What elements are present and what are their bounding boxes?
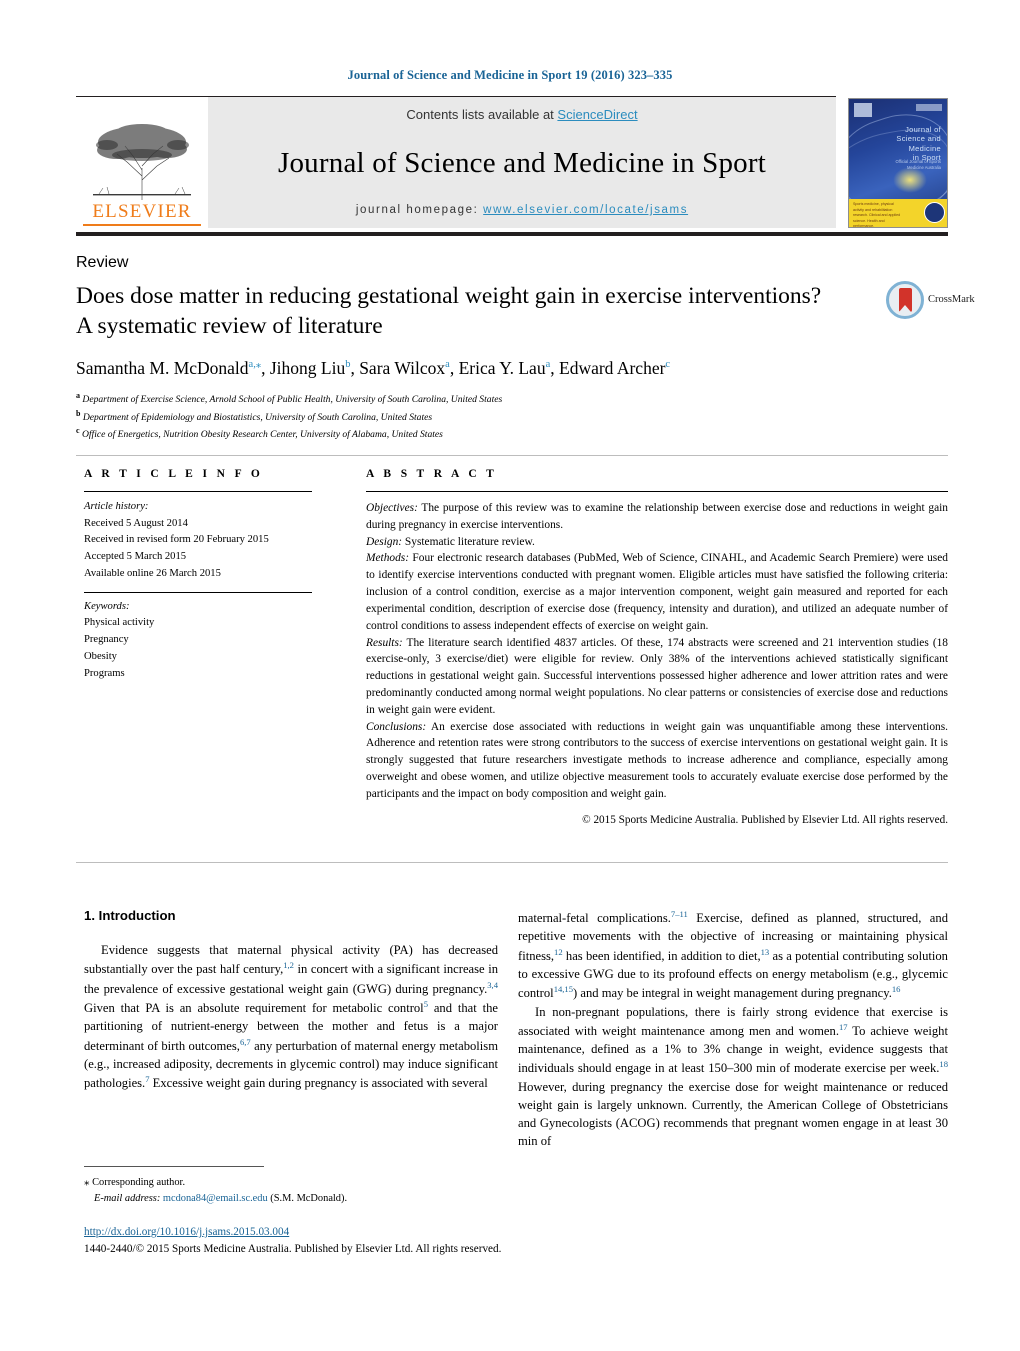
journal-article-page: Journal of Science and Medicine in Sport… bbox=[0, 0, 1020, 1351]
intro-para-3: In non-pregnant populations, there is fa… bbox=[518, 1004, 948, 1149]
introduction-paragraph-left: Evidence suggests that maternal physical… bbox=[84, 941, 498, 1092]
results-label: Results: bbox=[366, 636, 403, 649]
keyword-item: Obesity bbox=[84, 650, 117, 662]
email-label: E-mail address: bbox=[94, 1193, 161, 1205]
abstract-rule bbox=[366, 491, 948, 492]
crossmark-icon bbox=[886, 281, 924, 319]
info-bottom-rule bbox=[76, 862, 948, 863]
corresponding-author-note: ⁎ Corresponding author. E-mail address: … bbox=[84, 1174, 498, 1207]
elsevier-wordmark: ELSEVIER bbox=[92, 201, 192, 222]
masthead-band: ELSEVIER Contents lists available at Sci… bbox=[76, 97, 836, 228]
history-item: Accepted 5 March 2015 bbox=[84, 551, 187, 563]
methods-label: Methods: bbox=[366, 552, 410, 565]
sports-medicine-australia-seal-icon bbox=[924, 202, 945, 223]
running-head: Journal of Science and Medicine in Sport… bbox=[347, 68, 673, 82]
sciencedirect-link[interactable]: ScienceDirect bbox=[557, 107, 637, 122]
keyword-item: Pregnancy bbox=[84, 634, 129, 646]
page-footer: http://dx.doi.org/10.1016/j.jsams.2015.0… bbox=[84, 1224, 884, 1258]
page-title: Does dose matter in reducing gestational… bbox=[76, 283, 822, 340]
journal-masthead: ELSEVIER Contents lists available at Sci… bbox=[76, 96, 948, 236]
affiliation-item: c Office of Energetics, Nutrition Obesit… bbox=[76, 426, 443, 441]
homepage-prefix: journal homepage: bbox=[355, 204, 484, 216]
results-text: The literature search identified 4837 ar… bbox=[366, 636, 948, 716]
abstract-column: A B S T R A C T Objectives: The purpose … bbox=[366, 468, 948, 826]
history-item: Available online 26 March 2015 bbox=[84, 567, 221, 579]
body-column-left: 1. Introduction Evidence suggests that m… bbox=[84, 908, 498, 1092]
conclusions-text: An exercise dose associated with reducti… bbox=[366, 720, 948, 800]
cover-title: Journal of Science and Medicine in Sport bbox=[896, 125, 941, 163]
article-info-label: A R T I C L E I N F O bbox=[84, 468, 264, 480]
masthead-center: Contents lists available at ScienceDirec… bbox=[208, 97, 836, 228]
history-item: Received in revised form 20 February 201… bbox=[84, 534, 269, 546]
affiliation-item: b Department of Epidemiology and Biostat… bbox=[76, 408, 433, 423]
asterisk-icon: ⁎ bbox=[84, 1176, 90, 1188]
affiliation-list: a Department of Exercise Science, Arnold… bbox=[76, 390, 866, 443]
keyword-item: Programs bbox=[84, 667, 125, 679]
cover-yellow-note: Sports medicine, physical activity and r… bbox=[853, 202, 901, 228]
cover-yellow-band: Sports medicine, physical activity and r… bbox=[849, 199, 947, 228]
keywords-rule bbox=[84, 591, 312, 593]
homepage-line: journal homepage: www.elsevier.com/locat… bbox=[356, 204, 688, 216]
crossmark-badge[interactable]: CrossMark bbox=[886, 281, 975, 327]
cover-top-text bbox=[916, 104, 942, 111]
contents-prefix: Contents lists available at bbox=[406, 107, 558, 122]
cover-elsevier-mark bbox=[854, 103, 872, 117]
issn-copyright-line: 1440-2440/© 2015 Sports Medicine Austral… bbox=[84, 1242, 502, 1255]
info-top-rule bbox=[76, 455, 948, 456]
abstract-copyright: © 2015 Sports Medicine Australia. Publis… bbox=[582, 813, 948, 826]
keyword-item: Physical activity bbox=[84, 617, 155, 629]
abstract-text: Objectives: The purpose of this review w… bbox=[366, 500, 948, 803]
contents-line: Contents lists available at ScienceDirec… bbox=[406, 107, 637, 122]
elsevier-tree-icon bbox=[83, 116, 201, 202]
article-type: Review bbox=[76, 254, 129, 271]
body-column-right: maternal-fetal complications.7–11 Exerci… bbox=[518, 908, 948, 1150]
email-line: E-mail address: mcdona84@email.sc.edu (S… bbox=[84, 1191, 498, 1207]
design-text: Systematic literature review. bbox=[402, 535, 535, 548]
methods-text: Four electronic research databases (PubM… bbox=[366, 552, 948, 632]
article-history-label: Article history: bbox=[84, 501, 149, 512]
section-heading-introduction: 1. Introduction bbox=[84, 908, 176, 923]
footnote-rule bbox=[84, 1166, 264, 1167]
intro-para-1: Evidence suggests that maternal physical… bbox=[84, 943, 498, 1091]
abstract-objectives: Objectives: The purpose of this review w… bbox=[366, 500, 948, 534]
abstract-methods: Methods: Four electronic research databa… bbox=[366, 550, 948, 634]
corresponding-author-text: Corresponding author. bbox=[92, 1177, 186, 1188]
email-suffix: (S.M. McDonald). bbox=[270, 1193, 348, 1205]
objectives-text: The purpose of this review was to examin… bbox=[366, 502, 948, 531]
abstract-design: Design: Systematic literature review. bbox=[366, 534, 948, 551]
email-link[interactable]: mcdona84@email.sc.edu bbox=[163, 1193, 268, 1204]
objectives-label: Objectives: bbox=[366, 502, 418, 514]
journal-title: Journal of Science and Medicine in Sport bbox=[278, 146, 766, 179]
keywords-label: Keywords: bbox=[84, 600, 130, 612]
journal-homepage-link[interactable]: www.elsevier.com/locate/jsams bbox=[483, 204, 688, 216]
cover-subtitle: Official Journal of Sports Medicine Aust… bbox=[895, 159, 941, 171]
elsevier-logo: ELSEVIER bbox=[76, 97, 208, 228]
abstract-conclusions: Conclusions: An exercise dose associated… bbox=[366, 719, 948, 803]
article-info-column: A R T I C L E I N F O Article history: R… bbox=[84, 468, 312, 682]
abstract-label: A B S T R A C T bbox=[366, 468, 498, 480]
doi-link[interactable]: http://dx.doi.org/10.1016/j.jsams.2015.0… bbox=[84, 1226, 289, 1238]
keyword-list: Keywords: Physical activity Pregnancy Ob… bbox=[84, 599, 312, 683]
journal-cover-thumbnail: Journal of Science and Medicine in Sport O… bbox=[848, 98, 948, 228]
article-history: Article history: Received 5 August 2014 … bbox=[84, 499, 312, 583]
masthead-bottom-rule bbox=[76, 232, 948, 236]
abstract-results: Results: The literature search identifie… bbox=[366, 635, 948, 719]
article-info-rule bbox=[84, 491, 312, 492]
corresponding-author-line: ⁎ Corresponding author. bbox=[84, 1174, 498, 1191]
design-label: Design: bbox=[366, 535, 403, 548]
conclusions-label: Conclusions: bbox=[366, 720, 427, 733]
author-list: Samantha M. McDonalda,⁎, Jihong Liub, Sa… bbox=[76, 358, 671, 378]
crossmark-label: CrossMark bbox=[928, 294, 975, 305]
affiliation-item: a Department of Exercise Science, Arnold… bbox=[76, 391, 503, 406]
history-item: Received 5 August 2014 bbox=[84, 517, 188, 529]
elsevier-underline bbox=[83, 224, 201, 226]
introduction-paragraph-right: maternal-fetal complications.7–11 Exerci… bbox=[518, 908, 948, 1150]
intro-para-2: maternal-fetal complications.7–11 Exerci… bbox=[518, 909, 948, 1001]
